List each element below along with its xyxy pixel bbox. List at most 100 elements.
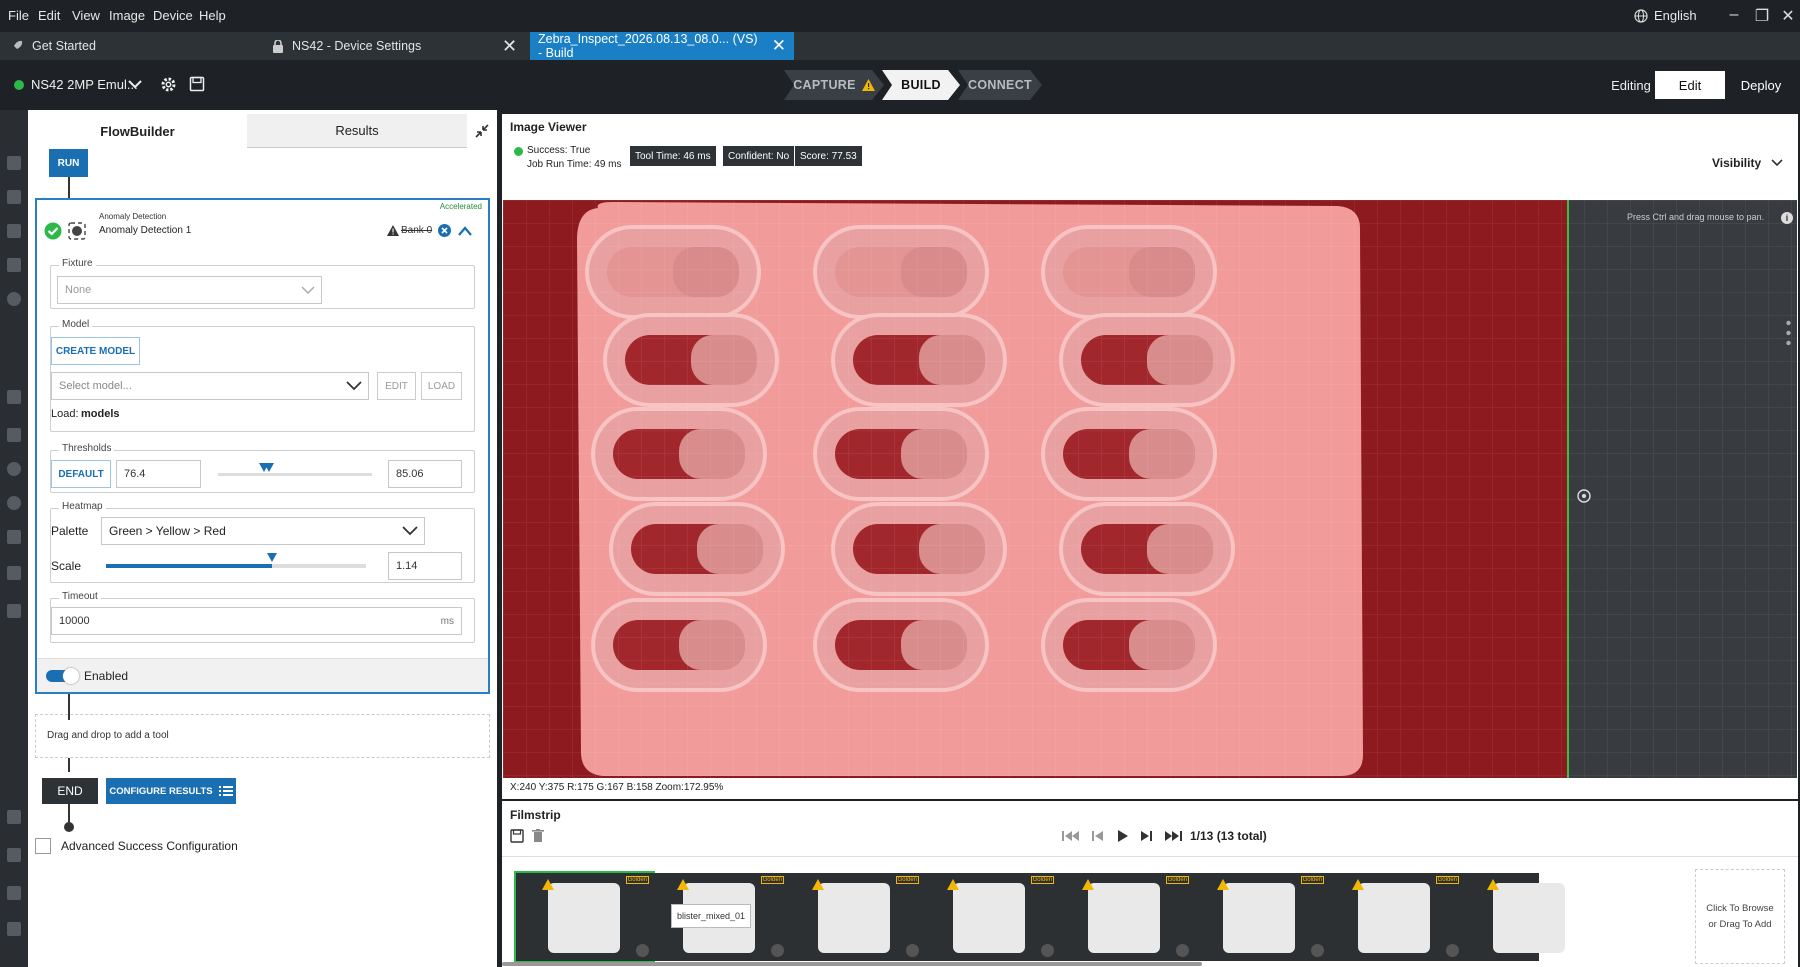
anomaly-detection-tool-card[interactable]: Accelerated Anomaly Detection Anomaly De… [35, 198, 490, 694]
timeout-section: Timeout 10000 ms [50, 591, 475, 643]
threshold-slider[interactable] [218, 463, 372, 476]
filmstrip-thumbnail[interactable]: Golden [1326, 873, 1463, 961]
advanced-success-checkbox[interactable] [35, 838, 51, 854]
info-icon[interactable] [1041, 944, 1054, 957]
menu-device[interactable]: Device [153, 8, 193, 23]
default-button[interactable]: DEFAULT [51, 460, 111, 488]
tool-icon[interactable] [7, 224, 21, 238]
tab-get-started[interactable]: Get Started [10, 32, 96, 60]
chevron-up-icon[interactable] [457, 225, 473, 237]
menu-help[interactable]: Help [199, 8, 226, 23]
tool-drop-zone[interactable]: Drag and drop to add a tool [35, 714, 490, 758]
threshold-high-input[interactable]: 85.06 [388, 460, 462, 488]
scale-slider[interactable] [106, 553, 366, 568]
configure-results-button[interactable]: CONFIGURE RESULTS [106, 778, 236, 804]
tool-icon[interactable] [7, 390, 21, 404]
gear-icon[interactable] [160, 76, 177, 93]
menu-file[interactable]: File [8, 8, 29, 23]
save-icon[interactable] [510, 829, 524, 843]
tool-icon[interactable] [7, 886, 21, 900]
info-icon[interactable] [1311, 944, 1324, 957]
edit-button[interactable]: Edit [1655, 71, 1725, 99]
filmstrip-thumbnail[interactable]: Golden [786, 873, 923, 961]
edit-model-button[interactable]: EDIT [377, 372, 416, 400]
create-model-button[interactable]: CREATE MODEL [51, 337, 140, 365]
heatmap-section: Heatmap Palette Green > Yellow > Red Sca… [50, 501, 475, 583]
load-model-button[interactable]: LOAD [421, 372, 462, 400]
chevron-down-icon[interactable] [127, 77, 143, 91]
palette-select[interactable]: Green > Yellow > Red [101, 517, 425, 545]
palette-value: Green > Yellow > Red [109, 524, 226, 538]
tool-icon[interactable] [7, 190, 21, 204]
info-icon[interactable] [1176, 944, 1189, 957]
step-connect[interactable]: CONNECT [958, 70, 1042, 100]
step-capture[interactable]: CAPTURE [784, 70, 884, 100]
tool-icon[interactable] [7, 810, 21, 824]
menu-edit[interactable]: Edit [38, 8, 60, 23]
remove-bank-icon[interactable] [438, 224, 451, 237]
info-icon[interactable] [771, 944, 784, 957]
filmstrip-thumbnail[interactable]: Golden [1191, 873, 1328, 961]
previous-frame-icon[interactable] [1092, 830, 1104, 842]
enabled-toggle[interactable] [46, 668, 79, 684]
minimize-icon[interactable]: – [1722, 6, 1746, 26]
model-select[interactable]: Select model... [51, 372, 369, 400]
close-window-icon[interactable]: ✕ [1776, 6, 1800, 26]
deploy-button[interactable]: Deploy [1727, 71, 1795, 99]
tool-icon[interactable] [7, 258, 21, 272]
info-icon[interactable] [636, 944, 649, 957]
more-options-icon[interactable] [1786, 320, 1791, 346]
filmstrip-thumbnail[interactable] [1461, 873, 1565, 961]
tool-icon[interactable] [7, 604, 21, 618]
tool-icon[interactable] [7, 462, 21, 476]
tab-results[interactable]: Results [247, 114, 467, 148]
filmstrip-scrollbar[interactable] [502, 962, 1202, 966]
filmstrip-thumbnail[interactable]: Golden [921, 873, 1058, 961]
threshold-high-handle[interactable] [263, 463, 274, 472]
tool-icon[interactable] [7, 566, 21, 580]
menu-view[interactable]: View [72, 8, 100, 23]
step-build[interactable]: BUILD [882, 70, 960, 100]
close-tab-icon[interactable]: ✕ [772, 36, 786, 56]
menu-bar: File Edit View Image Device Help English… [0, 0, 1800, 32]
scale-input[interactable]: 1.14 [388, 552, 462, 580]
menu-image[interactable]: Image [109, 8, 145, 23]
play-icon[interactable] [1116, 830, 1128, 842]
anomaly-detection-icon [68, 222, 86, 240]
tab-flowbuilder[interactable]: FlowBuilder [28, 114, 247, 148]
filmstrip-thumbnail[interactable]: Golden [1056, 873, 1193, 961]
browse-drop-zone[interactable]: Click To Browse or Drag To Add [1695, 869, 1785, 964]
tab-device-settings[interactable]: NS42 - Device Settings [272, 32, 421, 60]
fixture-select[interactable]: None [57, 276, 322, 304]
scale-slider-handle[interactable] [267, 553, 278, 562]
tool-icon[interactable] [7, 848, 21, 862]
run-button[interactable]: RUN [49, 149, 88, 177]
last-frame-icon[interactable] [1164, 830, 1182, 842]
tool-icon[interactable] [7, 428, 21, 442]
filmstrip-thumbnail[interactable]: Golden [514, 871, 655, 963]
image-canvas[interactable]: Press Ctrl and drag mouse to pan. i [503, 200, 1797, 778]
info-icon[interactable]: i [1781, 212, 1793, 224]
restore-icon[interactable]: ❐ [1750, 6, 1774, 26]
collapse-panel-icon[interactable] [467, 114, 497, 148]
tool-icon[interactable] [7, 292, 21, 306]
info-icon[interactable] [906, 944, 919, 957]
filmstrip-divider [502, 856, 1798, 857]
tool-icon[interactable] [7, 922, 21, 936]
success-dot [514, 147, 523, 156]
first-frame-icon[interactable] [1062, 830, 1080, 842]
tool-icon[interactable] [7, 156, 21, 170]
info-icon[interactable] [1446, 944, 1459, 957]
visibility-dropdown[interactable]: Visibility [1712, 156, 1783, 170]
next-frame-icon[interactable] [1140, 830, 1152, 842]
confident-badge: Confident: No [723, 146, 795, 166]
save-icon[interactable] [189, 76, 205, 92]
tab-build[interactable]: Zebra_Inspect_2026.08.13_08.0... (VS) - … [530, 32, 794, 60]
tool-icon[interactable] [7, 496, 21, 510]
trash-icon[interactable] [532, 829, 544, 843]
threshold-low-input[interactable]: 76.4 [116, 460, 201, 488]
language-selector[interactable]: English [1634, 8, 1697, 23]
timeout-input[interactable]: 10000 ms [51, 607, 462, 635]
close-tab-icon[interactable]: ✕ [502, 32, 524, 60]
tool-icon[interactable] [7, 530, 21, 544]
